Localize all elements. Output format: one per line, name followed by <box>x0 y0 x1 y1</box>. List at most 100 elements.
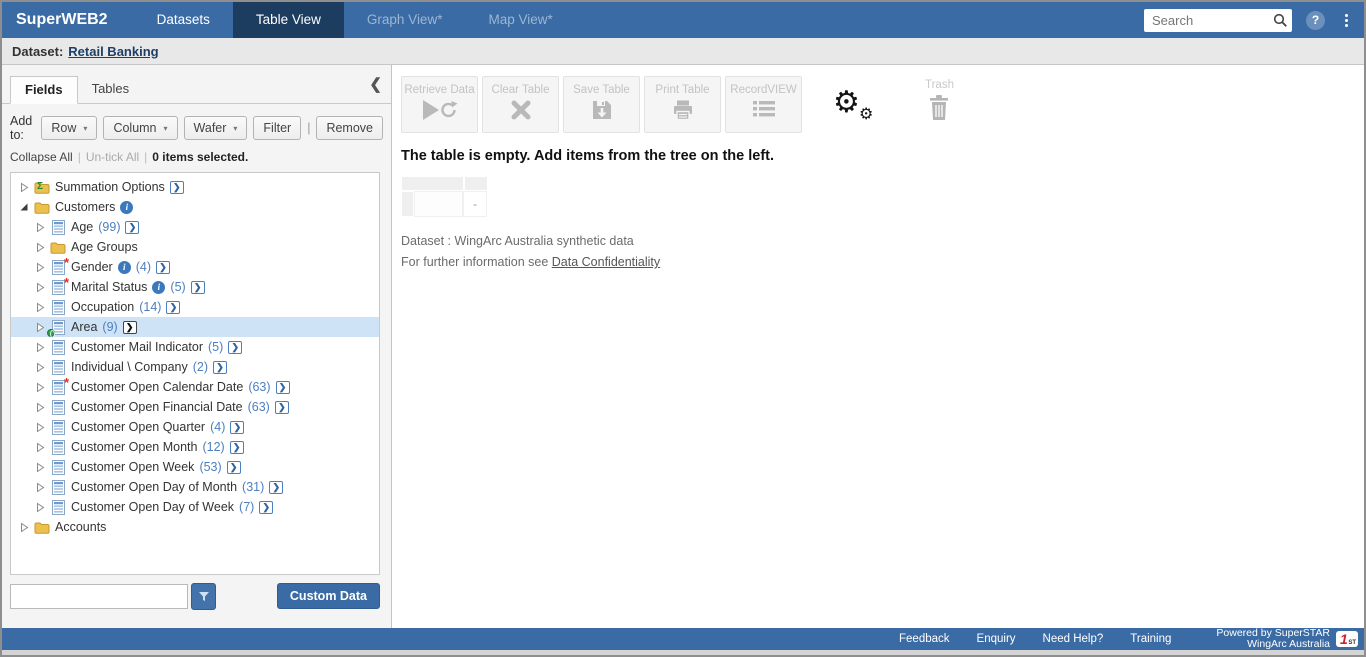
remove-button[interactable]: Remove <box>316 116 383 140</box>
help-icon[interactable]: ? <box>1306 11 1325 30</box>
save-icon <box>591 99 613 121</box>
quick-add-arrow-icon[interactable]: ❯ <box>275 401 289 414</box>
footer-link-need-help[interactable]: Need Help? <box>1043 633 1104 645</box>
play-refresh-icon <box>421 99 459 121</box>
filter-button[interactable]: Filter <box>253 116 301 140</box>
tree-item-customer-open-week[interactable]: Customer Open Week(53)❯ <box>11 457 379 477</box>
kebab-menu-icon[interactable] <box>1339 12 1354 29</box>
nav-tab-table-view[interactable]: Table View <box>233 2 344 38</box>
button-separator: | <box>307 121 310 135</box>
value-count: (31) <box>242 480 264 494</box>
add-to-column-dropdown[interactable]: Column▾ <box>103 116 177 140</box>
tree-item-customer-open-day-of-week[interactable]: Customer Open Day of Week(7)❯ <box>11 497 379 517</box>
expander-collapsed-icon[interactable] <box>35 462 45 473</box>
tree-search-input[interactable] <box>10 584 188 609</box>
nav-tabs: DatasetsTable ViewGraph View*Map View* <box>134 2 576 38</box>
retrieve-data-button[interactable]: Retrieve Data <box>401 76 478 133</box>
expander-collapsed-icon[interactable] <box>35 222 45 233</box>
expander-collapsed-icon[interactable] <box>35 402 45 413</box>
quick-add-arrow-icon[interactable]: ❯ <box>269 481 283 494</box>
add-to-row-dropdown[interactable]: Row▾ <box>41 116 97 140</box>
quick-add-arrow-icon[interactable]: ❯ <box>166 301 180 314</box>
tree-item-customer-open-quarter[interactable]: Customer Open Quarter(4)❯ <box>11 417 379 437</box>
tree-item-marital-status[interactable]: *Marital Statusi(5)❯ <box>11 277 379 297</box>
footer-link-training[interactable]: Training <box>1130 633 1171 645</box>
quick-add-arrow-icon[interactable]: ❯ <box>230 441 244 454</box>
skeleton-blank-cell <box>414 191 463 217</box>
expander-collapsed-icon[interactable] <box>35 482 45 493</box>
recordview-button[interactable]: RecordVIEW <box>725 76 802 133</box>
clear-table-button[interactable]: Clear Table <box>482 76 559 133</box>
expander-collapsed-icon[interactable] <box>35 262 45 273</box>
quick-add-arrow-icon[interactable]: ❯ <box>123 321 137 334</box>
quick-add-arrow-icon[interactable]: ❯ <box>213 361 227 374</box>
quick-add-arrow-icon[interactable]: ❯ <box>170 181 184 194</box>
settings-gears-icon[interactable]: ⚙⚙ <box>833 90 875 126</box>
expander-collapsed-icon[interactable] <box>35 422 45 433</box>
expander-collapsed-icon[interactable] <box>35 302 45 313</box>
quick-add-arrow-icon[interactable]: ❯ <box>259 501 273 514</box>
quick-add-arrow-icon[interactable]: ❯ <box>230 421 244 434</box>
tree-item-customer-open-financial-date[interactable]: Customer Open Financial Date(63)❯ <box>11 397 379 417</box>
nav-tab-datasets[interactable]: Datasets <box>134 2 233 38</box>
quick-add-arrow-icon[interactable]: ❯ <box>227 461 241 474</box>
tree-item-customer-open-day-of-month[interactable]: Customer Open Day of Month(31)❯ <box>11 477 379 497</box>
skeleton-column-header <box>464 176 488 191</box>
expander-collapsed-icon[interactable] <box>35 242 45 253</box>
quick-add-arrow-icon[interactable]: ❯ <box>156 261 170 274</box>
expander-collapsed-icon[interactable] <box>19 522 29 533</box>
tree-item-label: Age <box>71 220 93 234</box>
collapse-all-link[interactable]: Collapse All <box>10 150 73 164</box>
quick-add-arrow-icon[interactable]: ❯ <box>276 381 290 394</box>
expander-collapsed-icon[interactable] <box>35 502 45 513</box>
tree-item-customer-open-calendar-date[interactable]: *Customer Open Calendar Date(63)❯ <box>11 377 379 397</box>
info-icon[interactable]: i <box>152 281 165 294</box>
add-to-wafer-dropdown[interactable]: Wafer▾ <box>184 116 248 140</box>
info-icon[interactable]: i <box>120 201 133 214</box>
search-input[interactable] <box>1144 13 1268 28</box>
expander-collapsed-icon[interactable] <box>35 322 45 333</box>
untick-all-link[interactable]: Un-tick All <box>86 150 139 164</box>
tree-filter-button[interactable] <box>191 583 216 610</box>
trash-dropzone[interactable]: Trash <box>925 76 954 126</box>
tree-item-customers[interactable]: Customersi <box>11 197 379 217</box>
data-confidentiality-link[interactable]: Data Confidentiality <box>552 255 660 269</box>
expander-collapsed-icon[interactable] <box>35 442 45 453</box>
expander-collapsed-icon[interactable] <box>35 342 45 353</box>
tree-item-customer-open-month[interactable]: Customer Open Month(12)❯ <box>11 437 379 457</box>
field-icon: * <box>50 280 66 295</box>
empty-table-skeleton: - <box>401 176 1364 217</box>
panel-collapse-icon[interactable]: ❮ <box>369 77 382 92</box>
footer-link-enquiry[interactable]: Enquiry <box>977 633 1016 645</box>
tree-item-occupation[interactable]: Occupation(14)❯ <box>11 297 379 317</box>
panel-tab-tables[interactable]: Tables <box>78 76 144 104</box>
controls-separator: | <box>144 150 147 164</box>
value-count: (7) <box>239 500 254 514</box>
tree-item-accounts[interactable]: Accounts <box>11 517 379 537</box>
quick-add-arrow-icon[interactable]: ❯ <box>191 281 205 294</box>
tree-item-area[interactable]: Area(9)❯ <box>11 317 379 337</box>
save-table-button[interactable]: Save Table <box>563 76 640 133</box>
tree-item-age[interactable]: Age(99)❯ <box>11 217 379 237</box>
quick-add-arrow-icon[interactable]: ❯ <box>228 341 242 354</box>
info-icon[interactable]: i <box>118 261 131 274</box>
expander-collapsed-icon[interactable] <box>35 382 45 393</box>
custom-data-button[interactable]: Custom Data <box>277 583 380 609</box>
expander-collapsed-icon[interactable] <box>35 282 45 293</box>
dataset-link[interactable]: Retail Banking <box>68 44 158 59</box>
footer-link-feedback[interactable]: Feedback <box>899 633 950 645</box>
expander-expanded-icon[interactable] <box>19 202 29 212</box>
logo-st: ST <box>1348 640 1356 646</box>
value-count: (63) <box>248 400 270 414</box>
panel-tabs: FieldsTables <box>2 75 391 104</box>
quick-add-arrow-icon[interactable]: ❯ <box>125 221 139 234</box>
panel-tab-fields[interactable]: Fields <box>10 76 78 104</box>
tree-item-summation-options[interactable]: ΣSummation Options❯ <box>11 177 379 197</box>
search-icon[interactable] <box>1268 13 1292 28</box>
tree-item-label: Customer Open Calendar Date <box>71 380 243 394</box>
tree-item-customer-mail-indicator[interactable]: Customer Mail Indicator(5)❯ <box>11 337 379 357</box>
print-table-button[interactable]: Print Table <box>644 76 721 133</box>
field-icon <box>50 420 66 435</box>
expander-collapsed-icon[interactable] <box>35 362 45 373</box>
expander-collapsed-icon[interactable] <box>19 182 29 193</box>
